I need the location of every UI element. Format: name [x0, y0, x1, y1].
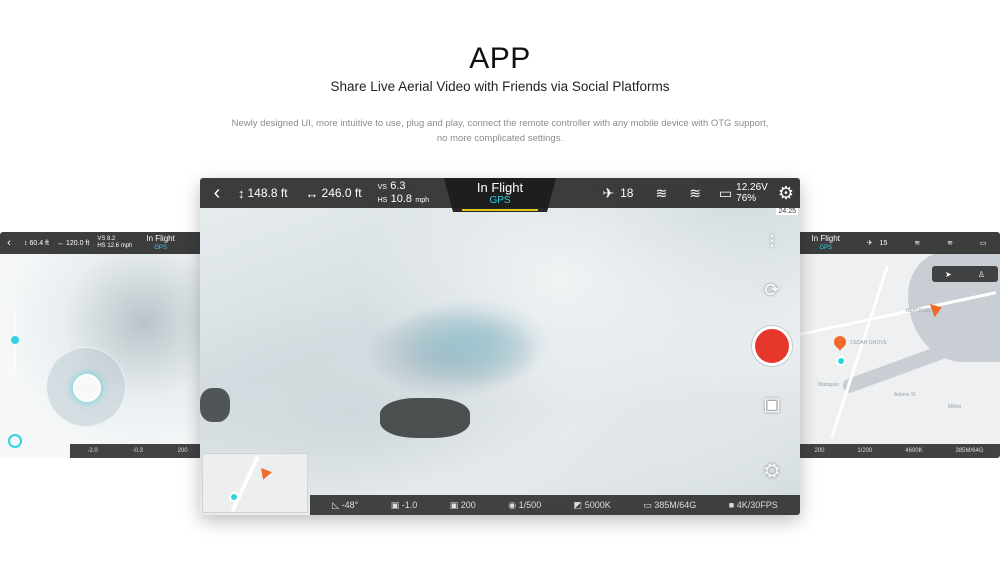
- settings-gear-icon[interactable]: ⚙: [778, 183, 794, 204]
- pitch-item: ◺ -48°: [332, 499, 359, 510]
- zoom-slider-handle[interactable]: [11, 336, 19, 344]
- main-hs: 10.8: [390, 193, 413, 205]
- hero-desc-line2: no more complicated settings.: [436, 133, 564, 144]
- main-speeds: VS 6.3 HS 10.8 mph: [377, 180, 430, 205]
- main-altitude: 148.8 ft: [247, 186, 288, 200]
- map-label-1: CEDAR GROVE: [850, 340, 887, 346]
- right-mode: In Flight GPS: [811, 233, 840, 251]
- hero-title: APP: [469, 42, 531, 75]
- glacier-ice-blue: [390, 298, 550, 388]
- left-hs: 12.6 mph: [107, 243, 133, 249]
- shutter-item: ◉ 1/500: [508, 499, 542, 510]
- sd-card-icon: ▭: [643, 499, 652, 510]
- home-point-icon: [831, 333, 849, 351]
- navigate-icon[interactable]: ➤: [945, 270, 952, 279]
- iso-icon: ▣: [449, 499, 459, 510]
- hero-description: Newly designed UI, more intuitive to use…: [0, 116, 1000, 146]
- virtual-joystick[interactable]: [46, 347, 126, 427]
- person-icon[interactable]: ♙: [978, 270, 985, 279]
- pitch-icon: ◺: [332, 499, 340, 510]
- right-bottombar: 200 1/200 4600K 385M/64G: [798, 444, 1000, 458]
- ev-icon: ▣: [390, 499, 400, 510]
- rc-signal-icon: ≋: [655, 184, 668, 201]
- camera-settings-icon[interactable]: ⫶: [760, 230, 784, 254]
- resolution-item: ■ 4K/30FPS: [728, 500, 778, 510]
- locate-icon[interactable]: [8, 434, 22, 448]
- hero-subtitle: Share Live Aerial Video with Friends via…: [330, 79, 670, 94]
- right-phone-screen: NEPONSET CEDAR GROVE Mattapan Milton Ada…: [798, 232, 1000, 458]
- wb-icon: ◩: [573, 499, 583, 510]
- left-phone-screen: ‹ ↕ 60.4 ft ↔ 120.0 ft VS 8.2 HS 12.6 mp…: [0, 232, 205, 458]
- right-topbar: In Flight GPS ✈ 15 ≋ ≋ ▭: [798, 232, 1000, 254]
- main-vs: 6.3: [390, 180, 406, 192]
- wifi-signal-icon: ≋: [689, 184, 701, 201]
- main-satellites: 18: [620, 186, 634, 200]
- video-icon: ■: [728, 500, 735, 510]
- map-label-2: Mattapan: [818, 382, 839, 388]
- glacier-rock: [200, 388, 230, 422]
- left-bottom-2: 200: [177, 448, 188, 454]
- rc-signal-icon: ≋: [914, 240, 921, 247]
- back-icon[interactable]: ‹: [0, 237, 18, 249]
- joystick-knob[interactable]: [73, 374, 101, 402]
- flight-mode-badge: In Flight GPS: [444, 178, 556, 212]
- altitude-icon: ↕: [24, 239, 28, 247]
- left-mode: In Flight GPS: [146, 233, 175, 251]
- mini-map-road: [230, 455, 260, 513]
- main-bottombar: ◺ -48° ▣ -1.0 ▣ 200 ◉ 1/500 ◩ 5000K ▭ 38…: [310, 495, 800, 515]
- left-distance: 120.0 ft: [65, 239, 90, 247]
- battery-icon: ▭: [979, 240, 987, 247]
- map-label-3: Milton: [948, 404, 962, 410]
- left-vs: 8.2: [107, 236, 116, 242]
- right-bottom-0: 200: [814, 448, 825, 454]
- battery-icon: ▭: [718, 184, 733, 201]
- drone-icon: [261, 466, 273, 480]
- right-bottom-3: 385M/64G: [955, 448, 984, 454]
- right-bottom-1: 1/200: [857, 448, 873, 454]
- pilot-location-icon: [229, 492, 239, 502]
- mini-map[interactable]: [202, 453, 308, 513]
- distance-icon: ↔: [56, 239, 64, 247]
- back-icon[interactable]: ‹: [204, 182, 230, 205]
- main-phone-screen: ‹ ↕ 148.8 ft ↔ 246.0 ft VS 6.3 HS 10.8 m…: [200, 178, 800, 515]
- wb-item: ◩ 5000K: [573, 499, 611, 510]
- storage-item: ▭ 385M/64G: [643, 499, 697, 510]
- left-speeds: VS 8.2 HS 12.6 mph: [97, 236, 133, 249]
- map-road-2: [830, 265, 889, 439]
- record-button[interactable]: [752, 326, 792, 366]
- gallery-icon[interactable]: ▣: [760, 392, 784, 416]
- distance-icon: ↔: [305, 185, 319, 201]
- right-satellites: 15: [879, 239, 888, 247]
- glacier-crevasse: [380, 398, 470, 438]
- map-label-0: NEPONSET: [906, 308, 934, 314]
- map-label-4: Adams St: [894, 392, 916, 398]
- main-distance: 246.0 ft: [321, 186, 362, 200]
- mode-underline: [462, 209, 538, 211]
- switch-mode-icon[interactable]: ⟳: [760, 278, 784, 302]
- ev-item: ▣ -1.0: [390, 499, 418, 510]
- left-topbar: ‹ ↕ 60.4 ft ↔ 120.0 ft VS 8.2 HS 12.6 mp…: [0, 232, 205, 254]
- shutter-icon: ◉: [508, 499, 517, 510]
- flight-mode-sub: GPS: [489, 195, 511, 206]
- map-tool-bar: ➤ ♙: [932, 266, 998, 282]
- left-altitude: 60.4 ft: [29, 239, 49, 247]
- wifi-icon: ≋: [947, 240, 953, 247]
- iso-item: ▣ 200: [449, 499, 476, 510]
- zoom-slider[interactable]: [11, 312, 19, 372]
- gimbal-icon[interactable]: ⛭: [760, 458, 784, 482]
- flight-mode: In Flight: [476, 180, 524, 195]
- left-bottombar: -2.0 -0.3 200: [70, 444, 205, 458]
- left-bottom-0: -2.0: [87, 448, 98, 454]
- altitude-icon: ↕: [238, 185, 245, 201]
- pilot-location-icon: [836, 356, 846, 366]
- hero-desc-line1: Newly designed UI, more intuitive to use…: [231, 118, 769, 129]
- satellite-icon: ✈: [602, 184, 615, 201]
- right-bottom-2: 4600K: [905, 448, 923, 454]
- left-bottom-1: -0.3: [132, 448, 143, 454]
- main-battery-info: 12.26V 76%: [736, 182, 768, 204]
- satellite-icon: ✈: [866, 240, 873, 247]
- time-badge: 24:25: [776, 208, 798, 215]
